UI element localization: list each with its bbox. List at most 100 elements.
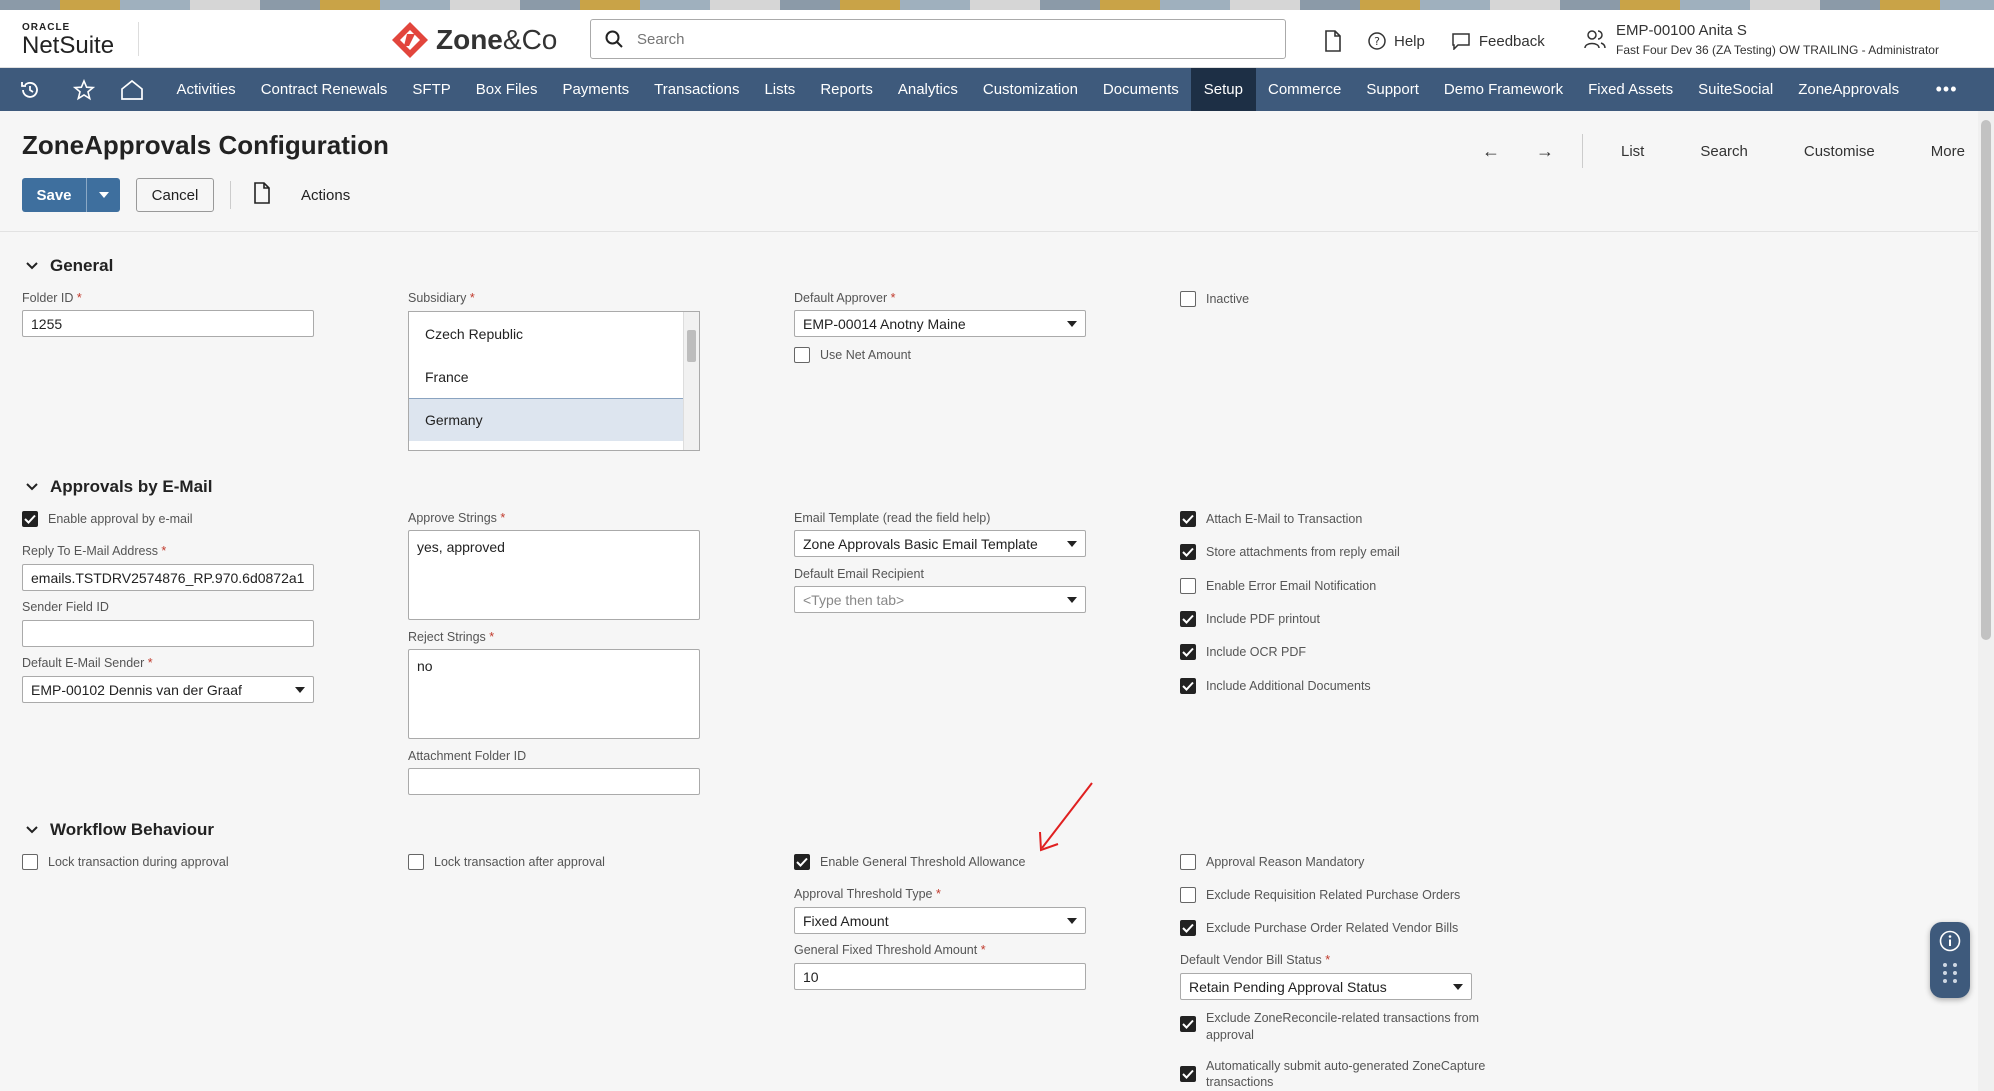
nav-item-analytics[interactable]: Analytics xyxy=(885,68,970,111)
inactive-checkbox[interactable]: Inactive xyxy=(1180,291,1249,307)
user-menu[interactable]: EMP-00100 Anita S Fast Four Dev 36 (ZA T… xyxy=(1584,22,1939,57)
vendor-bill-status-select[interactable]: Retain Pending Approval Status xyxy=(1180,973,1472,1000)
home-button[interactable] xyxy=(108,68,156,111)
nav-item-reports[interactable]: Reports xyxy=(808,68,886,111)
recent-records-button[interactable] xyxy=(1316,24,1350,58)
sender-field-id-input[interactable] xyxy=(22,620,314,647)
nav-item-payments[interactable]: Payments xyxy=(550,68,642,111)
default-recipient-select[interactable]: <Type then tab> xyxy=(794,586,1086,613)
nav-item-demo-framework[interactable]: Demo Framework xyxy=(1431,68,1575,111)
checkbox-checked-icon[interactable] xyxy=(794,854,810,870)
nav-item-transactions[interactable]: Transactions xyxy=(642,68,752,111)
next-record-arrow-icon[interactable]: → xyxy=(1518,141,1572,162)
nav-item-commerce[interactable]: Commerce xyxy=(1256,68,1354,111)
search-link[interactable]: Search xyxy=(1672,143,1776,160)
button-divider xyxy=(230,181,231,209)
email-option-checkbox[interactable]: Enable Error Email Notification xyxy=(1180,577,1376,594)
save-options-button[interactable] xyxy=(86,178,120,212)
lock-after-approval-checkbox[interactable]: Lock transaction after approval xyxy=(408,854,605,870)
section-workflow-header[interactable]: Workflow Behaviour xyxy=(26,820,214,840)
subsidiary-option-selected[interactable]: Germany xyxy=(409,398,683,441)
nav-item-zoneapprovals[interactable]: ZoneApprovals xyxy=(1786,68,1912,111)
checkbox-box[interactable] xyxy=(1180,854,1196,870)
checkbox-box[interactable] xyxy=(408,854,424,870)
fixed-threshold-amount-field[interactable]: 10 xyxy=(794,963,1086,990)
floating-help-widget[interactable] xyxy=(1930,922,1970,998)
lock-during-approval-checkbox[interactable]: Lock transaction during approval xyxy=(22,854,229,870)
checkbox-box[interactable] xyxy=(794,347,810,363)
approve-strings-textarea[interactable]: yes, approved xyxy=(408,530,700,620)
nav-item-support[interactable]: Support xyxy=(1354,68,1432,111)
nav-item-suitesocial[interactable]: SuiteSocial xyxy=(1686,68,1786,111)
netsuite-logo[interactable]: NetSuite xyxy=(22,32,114,60)
folder-id-field[interactable]: 1255 xyxy=(22,310,314,337)
checkbox-box[interactable] xyxy=(1180,291,1196,307)
info-icon[interactable] xyxy=(1939,930,1961,952)
attachment-folder-field[interactable] xyxy=(408,768,700,795)
email-option-checkbox[interactable]: Include OCR PDF xyxy=(1180,644,1306,661)
customise-link[interactable]: Customise xyxy=(1776,143,1903,160)
search-input[interactable] xyxy=(637,30,1237,48)
list-link[interactable]: List xyxy=(1593,143,1672,160)
checkbox-checked-icon[interactable] xyxy=(1180,644,1196,661)
exclude-requisition-checkbox[interactable]: Exclude Requisition Related Purchase Ord… xyxy=(1180,887,1460,903)
subsidiary-scrollbar[interactable] xyxy=(683,312,699,450)
help-button[interactable]: ? Help xyxy=(1360,26,1433,56)
page-scrollbar-thumb[interactable] xyxy=(1981,120,1991,640)
scrollbar-thumb[interactable] xyxy=(687,330,696,362)
exclude-zonereconcile-checkbox[interactable]: Exclude ZoneReconcile-related transactio… xyxy=(1180,1010,1479,1044)
email-option-checkbox[interactable]: Store attachments from reply email xyxy=(1180,544,1400,561)
favorites-button[interactable] xyxy=(60,68,108,111)
subsidiary-option[interactable]: France xyxy=(409,355,683,398)
nav-item-contract-renewals[interactable]: Contract Renewals xyxy=(248,68,400,111)
checkbox-checked-icon[interactable] xyxy=(1180,1066,1196,1082)
reject-strings-textarea[interactable]: no xyxy=(408,649,700,739)
email-option-checkbox[interactable]: Attach E-Mail to Transaction xyxy=(1180,511,1362,527)
drag-handle-icon[interactable] xyxy=(1941,962,1959,984)
nav-overflow-button[interactable]: ••• xyxy=(1912,68,1970,111)
checkbox-box[interactable] xyxy=(1180,577,1196,594)
subsidiary-multiselect[interactable]: Czech Republic France Germany xyxy=(408,311,700,451)
checkbox-checked-icon[interactable] xyxy=(1180,677,1196,694)
section-general-header[interactable]: General xyxy=(26,256,113,276)
nav-item-activities[interactable]: Activities xyxy=(164,68,248,111)
checkbox-box[interactable] xyxy=(22,854,38,870)
reply-to-email-field[interactable]: emails.TSTDRV2574876_RP.970.6d0872a1 xyxy=(22,564,314,591)
reason-mandatory-checkbox[interactable]: Approval Reason Mandatory xyxy=(1180,854,1364,870)
feedback-button[interactable]: Feedback xyxy=(1443,26,1553,56)
section-email-header[interactable]: Approvals by E-Mail xyxy=(26,477,212,497)
nav-item-documents[interactable]: Documents xyxy=(1090,68,1191,111)
default-sender-select[interactable]: EMP-00102 Dennis van der Graaf xyxy=(22,676,314,703)
nav-item-box-files[interactable]: Box Files xyxy=(463,68,550,111)
checkbox-checked-icon[interactable] xyxy=(1180,1016,1196,1032)
nav-item-customization[interactable]: Customization xyxy=(970,68,1090,111)
auto-submit-zonecapture-checkbox[interactable]: Automatically submit auto-generated Zone… xyxy=(1180,1058,1485,1090)
default-approver-select[interactable]: EMP-00014 Anotny Maine xyxy=(794,310,1086,337)
checkbox-checked-icon[interactable] xyxy=(22,511,38,527)
previous-record-arrow-icon[interactable]: ← xyxy=(1464,141,1518,162)
use-net-amount-checkbox[interactable]: Use Net Amount xyxy=(794,347,911,363)
enable-email-approval-checkbox[interactable]: Enable approval by e-mail xyxy=(22,511,193,527)
checkbox-checked-icon[interactable] xyxy=(1180,544,1196,561)
recent-history-button[interactable] xyxy=(0,68,60,111)
checkbox-checked-icon[interactable] xyxy=(1180,511,1196,527)
email-option-checkbox[interactable]: Include PDF printout xyxy=(1180,610,1320,627)
threshold-type-select[interactable]: Fixed Amount xyxy=(794,907,1086,934)
save-button[interactable]: Save xyxy=(22,178,86,212)
checkbox-checked-icon[interactable] xyxy=(1180,920,1196,936)
exclude-po-vendor-bills-checkbox[interactable]: Exclude Purchase Order Related Vendor Bi… xyxy=(1180,920,1458,936)
nav-item-setup[interactable]: Setup xyxy=(1191,68,1256,111)
cancel-button[interactable]: Cancel xyxy=(136,178,214,212)
subsidiary-option[interactable]: Czech Republic xyxy=(409,312,683,355)
nav-item-lists[interactable]: Lists xyxy=(752,68,808,111)
actions-menu-button[interactable]: Actions xyxy=(301,187,350,204)
global-search-box[interactable] xyxy=(590,19,1286,59)
email-template-select[interactable]: Zone Approvals Basic Email Template xyxy=(794,530,1086,557)
print-document-button[interactable] xyxy=(253,181,271,209)
nav-item-sftp[interactable]: SFTP xyxy=(400,68,463,111)
nav-item-fixed-assets[interactable]: Fixed Assets xyxy=(1576,68,1686,111)
checkbox-checked-icon[interactable] xyxy=(1180,610,1196,627)
checkbox-box[interactable] xyxy=(1180,887,1196,903)
threshold-allowance-checkbox[interactable]: Enable General Threshold Allowance xyxy=(794,854,1025,870)
email-option-checkbox[interactable]: Include Additional Documents xyxy=(1180,677,1371,694)
